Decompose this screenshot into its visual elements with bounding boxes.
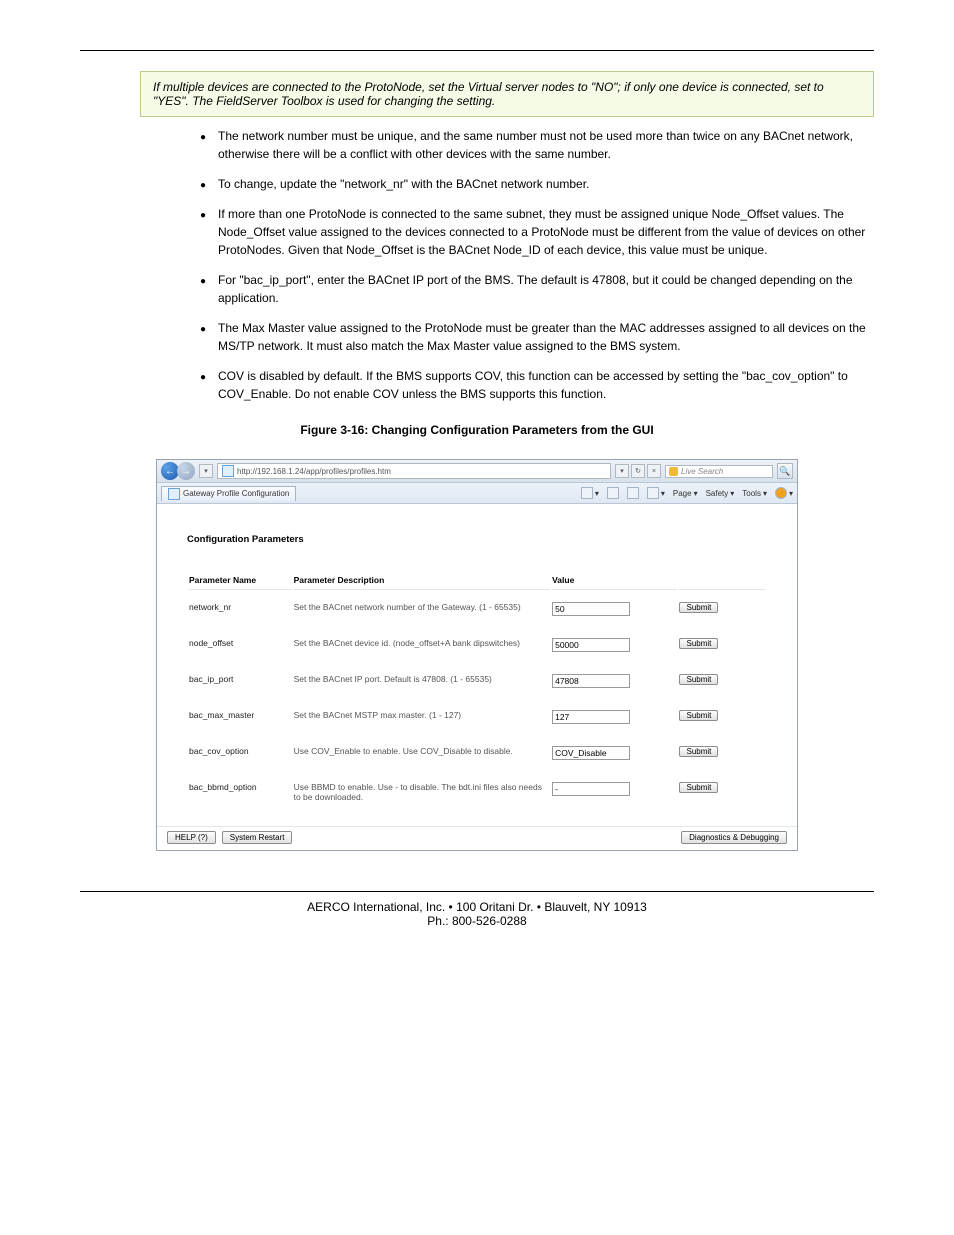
param-value-input[interactable]	[552, 710, 630, 724]
mail-menu[interactable]	[627, 487, 639, 499]
param-name: network_nr	[189, 592, 292, 626]
param-value-input[interactable]	[552, 782, 630, 796]
tools-menu[interactable]: Tools ▾	[742, 489, 767, 498]
help-icon	[775, 487, 787, 499]
bullet-icon: ●	[200, 367, 218, 385]
param-name: node_offset	[189, 628, 292, 662]
submit-button[interactable]: Submit	[679, 710, 718, 721]
param-value-input[interactable]	[552, 746, 630, 760]
caution-box: If multiple devices are connected to the…	[140, 71, 874, 117]
forward-button[interactable]: →	[177, 462, 195, 480]
bullet-icon: ●	[200, 271, 218, 289]
col-desc: Parameter Description	[294, 571, 551, 590]
home-menu[interactable]: ▾	[581, 487, 599, 499]
param-name: bac_max_master	[189, 700, 292, 734]
bullet-text: COV is disabled by default. If the BMS s…	[218, 367, 874, 403]
table-row: node_offset Set the BACnet device id. (n…	[189, 628, 765, 662]
tab-label: Gateway Profile Configuration	[183, 489, 289, 498]
param-desc: Set the BACnet MSTP max master. (1 - 127…	[294, 700, 551, 734]
bullet-text: The network number must be unique, and t…	[218, 127, 874, 163]
col-name: Parameter Name	[189, 571, 292, 590]
print-icon	[647, 487, 659, 499]
feeds-menu[interactable]	[607, 487, 619, 499]
param-desc: Set the BACnet IP port. Default is 47808…	[294, 664, 551, 698]
bullet-text: To change, update the "network_nr" with …	[218, 175, 874, 193]
bullet-icon: ●	[200, 175, 218, 193]
footer-line2: Ph.: 800-526-0288	[80, 914, 874, 928]
submit-button[interactable]: Submit	[679, 782, 718, 793]
param-name: bac_bbmd_option	[189, 772, 292, 812]
url-text: http://192.168.1.24/app/profiles/profile…	[237, 467, 391, 476]
rss-icon	[607, 487, 619, 499]
submit-button[interactable]: Submit	[679, 602, 718, 613]
home-icon	[581, 487, 593, 499]
section-title: Configuration Parameters	[187, 534, 767, 545]
nav-dropdown-icon[interactable]: ▾	[199, 464, 213, 478]
search-placeholder: Live Search	[681, 467, 723, 476]
page-menu[interactable]: Page ▾	[673, 489, 698, 498]
addr-dropdown-icon[interactable]: ▾	[615, 464, 629, 478]
submit-button[interactable]: Submit	[679, 638, 718, 649]
search-box[interactable]: Live Search	[665, 465, 773, 478]
bullet-text: The Max Master value assigned to the Pro…	[218, 319, 874, 355]
mail-icon	[627, 487, 639, 499]
table-row: bac_cov_option Use COV_Enable to enable.…	[189, 736, 765, 770]
tab-gateway-profile[interactable]: Gateway Profile Configuration	[161, 486, 296, 501]
diagnostics-button[interactable]: Diagnostics & Debugging	[681, 831, 787, 844]
param-name: bac_cov_option	[189, 736, 292, 770]
figure-caption: Figure 3-16: Changing Configuration Para…	[80, 423, 874, 437]
param-value-input[interactable]	[552, 674, 630, 688]
param-desc: Use BBMD to enable. Use - to disable. Th…	[294, 772, 551, 812]
param-name: bac_ip_port	[189, 664, 292, 698]
bullet-icon: ●	[200, 205, 218, 223]
bullet-text: If more than one ProtoNode is connected …	[218, 205, 874, 259]
screenshot-window: ← → ▾ http://192.168.1.24/app/profiles/p…	[156, 459, 798, 851]
tab-bar: Gateway Profile Configuration ▾ ▾ Page ▾…	[157, 483, 797, 504]
footer-line1: AERCO International, Inc. • 100 Oritani …	[80, 900, 874, 914]
col-value: Value	[552, 571, 677, 590]
system-restart-button[interactable]: System Restart	[222, 831, 293, 844]
refresh-icon[interactable]: ↻	[631, 464, 645, 478]
address-bar[interactable]: http://192.168.1.24/app/profiles/profile…	[217, 463, 611, 479]
safety-menu[interactable]: Safety ▾	[706, 489, 735, 498]
browser-toolbar: ← → ▾ http://192.168.1.24/app/profiles/p…	[157, 460, 797, 483]
caution-text: If multiple devices are connected to the…	[153, 80, 824, 108]
help-menu[interactable]: ▾	[775, 487, 793, 499]
param-desc: Use COV_Enable to enable. Use COV_Disabl…	[294, 736, 551, 770]
search-go-button[interactable]: 🔍	[777, 463, 793, 479]
table-row: bac_bbmd_option Use BBMD to enable. Use …	[189, 772, 765, 812]
submit-button[interactable]: Submit	[679, 674, 718, 685]
table-row: bac_max_master Set the BACnet MSTP max m…	[189, 700, 765, 734]
param-table: Parameter Name Parameter Description Val…	[187, 569, 767, 814]
param-desc: Set the BACnet device id. (node_offset+A…	[294, 628, 551, 662]
param-desc: Set the BACnet network number of the Gat…	[294, 592, 551, 626]
tab-icon	[168, 488, 180, 500]
param-value-input[interactable]	[552, 638, 630, 652]
print-menu[interactable]: ▾	[647, 487, 665, 499]
param-value-input[interactable]	[552, 602, 630, 616]
search-provider-icon	[669, 467, 678, 476]
table-row: bac_ip_port Set the BACnet IP port. Defa…	[189, 664, 765, 698]
bullet-icon: ●	[200, 319, 218, 337]
bullet-icon: ●	[200, 127, 218, 145]
help-button[interactable]: HELP (?)	[167, 831, 216, 844]
bullet-text: For "bac_ip_port", enter the BACnet IP p…	[218, 271, 874, 307]
submit-button[interactable]: Submit	[679, 746, 718, 757]
stop-icon[interactable]: ×	[647, 464, 661, 478]
page-icon	[222, 465, 234, 477]
table-row: network_nr Set the BACnet network number…	[189, 592, 765, 626]
